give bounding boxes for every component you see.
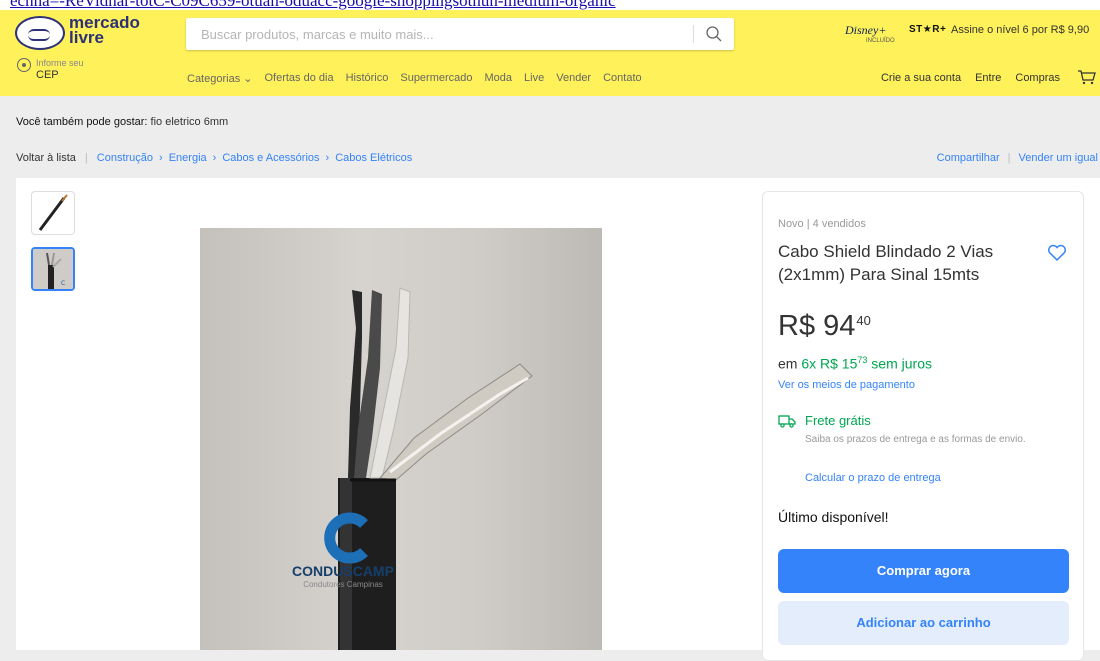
breadcrumb: Voltar à lista | Construção › Energia › … — [16, 152, 412, 164]
header: mercado livre Buscar produtos, marcas e … — [0, 10, 1100, 96]
breadcrumb-item-cabos-acessorios[interactable]: Cabos e Acessórios — [222, 152, 319, 164]
recommendations-label: Você também pode gostar: — [16, 116, 148, 128]
breadcrumb-item-energia[interactable]: Energia — [169, 152, 207, 164]
calculate-delivery-link[interactable]: Calcular o prazo de entrega — [805, 472, 941, 484]
product-card: C CONDUSCAMP Condutores Campinas Novo | … — [16, 178, 1100, 661]
handshake-icon — [15, 16, 65, 50]
search-divider — [693, 25, 694, 43]
truck-icon — [778, 415, 796, 428]
promo-included: INCLUÍDO — [866, 38, 895, 44]
buy-now-button[interactable]: Comprar agora — [778, 549, 1069, 593]
share-link[interactable]: Compartilhar — [937, 152, 1000, 164]
breadcrumb-item-construcao[interactable]: Construção — [97, 152, 153, 164]
star-plus-logo: ST★R+ — [909, 24, 947, 35]
thumbnail-1[interactable] — [31, 191, 75, 235]
conduscamp-c-icon — [324, 512, 368, 564]
installments-prefix: em — [778, 355, 802, 372]
nav-categorias[interactable]: Categorias ⌄ — [187, 72, 252, 85]
conduscamp-logo: CONDUSCAMP Condutores Campinas — [278, 512, 408, 589]
add-to-cart-button[interactable]: Adicionar ao carrinho — [778, 601, 1069, 645]
account-nav: Crie a sua conta Entre Compras — [881, 72, 1060, 84]
product-title: Cabo Shield Blindado 2 Vias (2x1mm) Para… — [778, 242, 994, 284]
installments-value: 6x R$ 15 — [801, 355, 858, 372]
url-strip-text[interactable]: ecnna=-ReVidnar-totC-C09C659-otuan-oduac… — [10, 0, 616, 10]
purchases-link[interactable]: Compras — [1015, 72, 1060, 84]
cep-value: CEP — [36, 69, 59, 81]
nav-moda[interactable]: Moda — [485, 72, 513, 85]
heart-icon[interactable] — [1047, 244, 1067, 262]
logo-text: mercado livre — [69, 14, 140, 47]
url-strip: ecnna=-ReVidnar-totC-C09C659-otuan-oduac… — [0, 0, 1100, 10]
cep-selector[interactable]: Informe seu CEP — [17, 58, 157, 88]
price-int: 94 — [823, 310, 856, 342]
nav-live[interactable]: Live — [524, 72, 544, 85]
free-shipping-label: Frete grátis — [805, 413, 871, 428]
disney-plus-logo: Disney+ — [845, 23, 887, 37]
buy-box: Novo | 4 vendidos Cabo Shield Blindado 2… — [762, 191, 1084, 661]
logo-line2: livre — [69, 28, 104, 47]
cep-label: Informe seu — [36, 58, 84, 68]
brand-name: CONDUSCAMP — [292, 563, 394, 579]
main-nav: Categorias ⌄ Ofertas do dia Histórico Su… — [187, 72, 642, 85]
cable-photo-thumbnail-icon: C — [33, 249, 73, 289]
share-links: Compartilhar | Vender um igual — [937, 152, 1098, 164]
mercado-livre-logo[interactable]: mercado livre — [15, 14, 165, 54]
search-bar[interactable]: Buscar produtos, marcas e muito mais... — [186, 18, 734, 50]
share-divider: | — [1007, 152, 1011, 164]
stock-status: Último disponível! — [778, 509, 889, 525]
nav-ofertas[interactable]: Ofertas do dia — [264, 72, 333, 85]
recommendations: Você também pode gostar: fio eletrico 6m… — [16, 116, 228, 128]
nav-contato[interactable]: Contato — [603, 72, 642, 85]
breadcrumb-divider: | — [84, 152, 88, 164]
nav-supermercado[interactable]: Supermercado — [400, 72, 472, 85]
cart-icon[interactable] — [1077, 69, 1097, 85]
sell-same-link[interactable]: Vender um igual — [1019, 152, 1099, 164]
recommendation-link[interactable]: fio eletrico 6mm — [151, 116, 229, 128]
shipping-description: Saiba os prazos de entrega e as formas d… — [805, 434, 1026, 445]
login-link[interactable]: Entre — [975, 72, 1001, 84]
back-to-list-link[interactable]: Voltar à lista — [16, 152, 76, 164]
brand-subtitle: Condutores Campinas — [303, 580, 383, 589]
condition-sold: Novo | 4 vendidos — [778, 218, 866, 230]
chevron-right-icon: › — [212, 152, 217, 164]
nav-historico[interactable]: Histórico — [346, 72, 389, 85]
breadcrumb-item-cabos-eletricos[interactable]: Cabos Elétricos — [335, 152, 412, 164]
cable-thumbnail-icon — [38, 194, 68, 231]
installments-suffix: sem juros — [867, 355, 932, 372]
chevron-right-icon: › — [159, 152, 163, 164]
search-input[interactable]: Buscar produtos, marcas e muito mais... — [201, 27, 434, 42]
installments: em 6x R$ 1573 sem juros — [778, 355, 932, 372]
price-cents: 40 — [856, 313, 871, 328]
payment-methods-link[interactable]: Ver os meios de pagamento — [778, 379, 915, 391]
price-currency: R$ — [778, 310, 816, 342]
promo-text: Assine o nível 6 por R$ 9,90 — [951, 24, 1090, 36]
location-pin-icon — [17, 58, 31, 72]
create-account-link[interactable]: Crie a sua conta — [881, 72, 961, 84]
thumbnail-2[interactable]: C — [31, 247, 75, 291]
search-icon[interactable] — [705, 25, 723, 43]
installments-cents: 73 — [857, 355, 868, 365]
nav-vender[interactable]: Vender — [556, 72, 591, 85]
price: R$ 9440 — [778, 310, 871, 343]
chevron-right-icon: › — [325, 152, 330, 164]
svg-text:C: C — [61, 280, 65, 287]
